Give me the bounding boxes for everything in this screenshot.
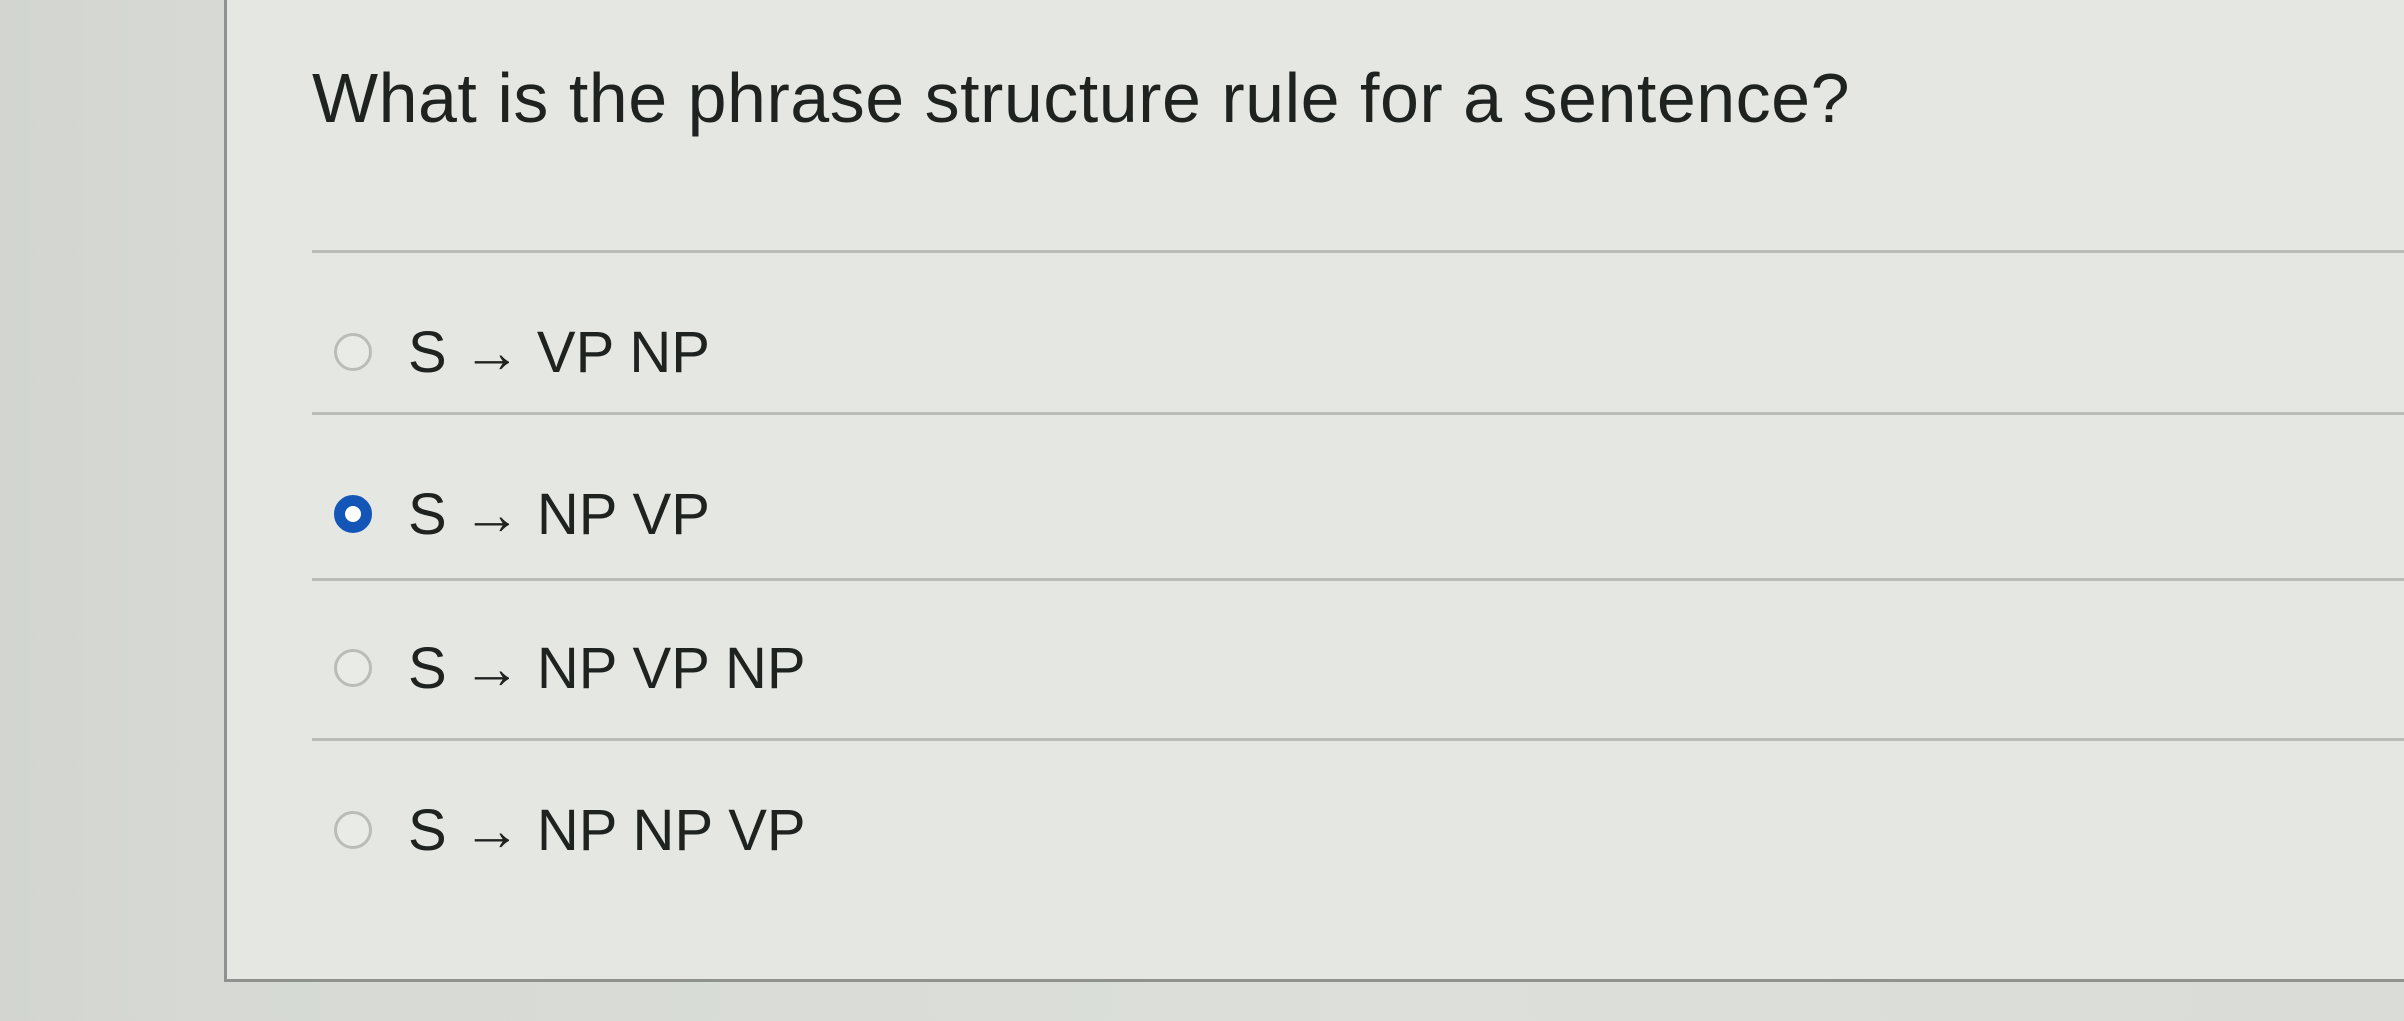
answer-option-label: S → NP NP VP (408, 797, 806, 863)
radio-button-unselected[interactable] (334, 333, 372, 371)
answer-option-4[interactable]: S → NP NP VP (334, 790, 806, 870)
option-divider (312, 578, 2404, 581)
radio-button-unselected[interactable] (334, 649, 372, 687)
radio-button-unselected[interactable] (334, 811, 372, 849)
answer-option-2[interactable]: S → NP VP (334, 474, 710, 554)
answer-option-label: S → NP VP NP (408, 635, 806, 701)
answer-option-3[interactable]: S → NP VP NP (334, 628, 806, 708)
option-divider (312, 412, 2404, 415)
option-divider (312, 738, 2404, 741)
answer-option-1[interactable]: S → VP NP (334, 312, 710, 392)
answer-option-label: S → NP VP (408, 481, 710, 547)
radio-button-selected[interactable] (334, 495, 372, 533)
question-text: What is the phrase structure rule for a … (312, 59, 1851, 137)
question-divider (312, 250, 2404, 253)
answer-option-label: S → VP NP (408, 319, 710, 385)
